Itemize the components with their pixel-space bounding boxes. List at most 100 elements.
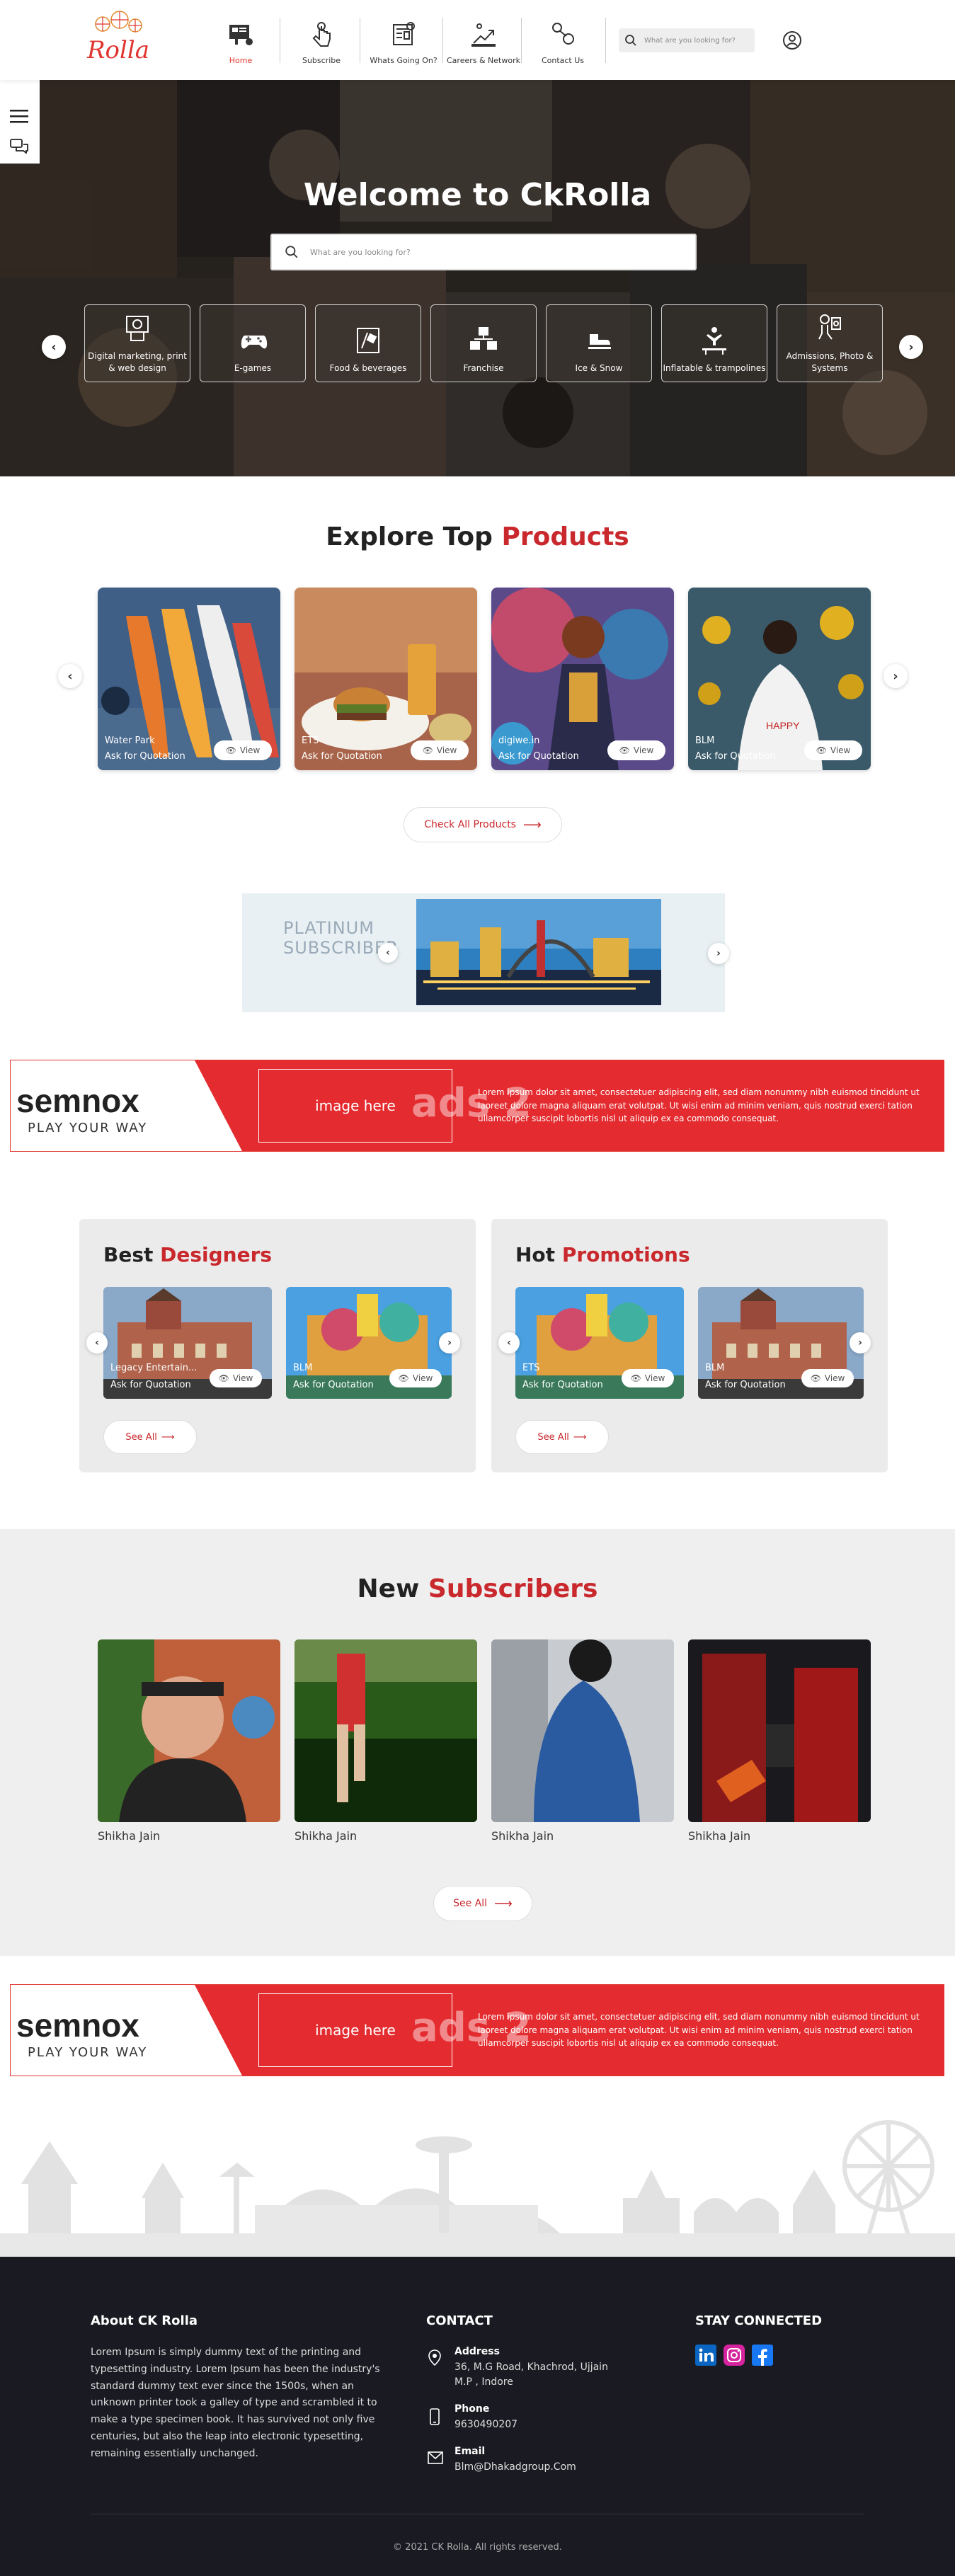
category-card[interactable]: Food & beverages	[315, 304, 421, 382]
chevron-left-icon: ‹	[67, 668, 73, 684]
subscriber-photo	[294, 1639, 477, 1822]
phone-icon	[430, 2408, 440, 2425]
product-card[interactable]: digiwe.in Ask for Quotation 👁 View	[491, 588, 674, 770]
hero-collage-image	[0, 80, 955, 476]
view-label: View	[644, 1373, 665, 1383]
eye-icon: 👁	[398, 1373, 409, 1383]
category-prev-button[interactable]: ‹	[42, 335, 66, 359]
instagram-icon[interactable]	[724, 2345, 745, 2366]
category-card[interactable]: Inflatable & trampolines	[661, 304, 767, 382]
subscriber-card[interactable]	[294, 1639, 477, 1822]
subscriber-card[interactable]	[688, 1639, 871, 1822]
category-card[interactable]: Digital marketing, print & web design	[84, 304, 190, 382]
hamburger-menu-icon[interactable]	[10, 108, 28, 124]
about-title: About CK Rolla	[91, 2313, 198, 2328]
designer-card[interactable]: Legacy Entertain... Ask for Quotation 👁 V…	[103, 1287, 272, 1399]
promotions-prev-button[interactable]: ‹	[498, 1332, 520, 1353]
address-text: 36, M.G Road, Khachrod, Ujjain M.P , Ind…	[454, 2361, 608, 2388]
hero-search-placeholder: What are you looking for?	[310, 247, 411, 257]
platinum-label: PLATINUM SUBSCRIBER	[283, 918, 399, 958]
platinum-next-button[interactable]: ›	[708, 943, 729, 964]
ask-quotation-link[interactable]: Ask for Quotation	[705, 1380, 786, 1390]
linkedin-icon[interactable]	[695, 2345, 716, 2366]
nav-home[interactable]: Home	[221, 14, 261, 65]
title-highlight: Promotions	[561, 1243, 690, 1266]
designer-name: Legacy Entertain...	[110, 1363, 198, 1373]
view-button[interactable]: 👁 View	[622, 1369, 674, 1387]
ask-quotation-link[interactable]: Ask for Quotation	[522, 1380, 603, 1390]
view-button[interactable]: 👁 View	[214, 740, 272, 760]
ask-quotation-link[interactable]: Ask for Quotation	[498, 751, 579, 762]
designer-name: BLM	[293, 1363, 313, 1373]
category-card[interactable]: E-games	[200, 304, 306, 382]
product-card[interactable]: Water Park Ask for Quotation 👁 View	[98, 588, 280, 770]
products-prev-button[interactable]: ‹	[58, 664, 82, 688]
product-card[interactable]: ETS Ask for Quotation 👁 View	[294, 588, 477, 770]
view-button[interactable]: 👁 View	[389, 1369, 442, 1387]
best-designers-panel: Best Designers Legacy Entertain... Ask f…	[79, 1219, 476, 1472]
view-button[interactable]: 👁 View	[210, 1369, 262, 1387]
franchise-icon	[470, 327, 497, 350]
svg-text:HAPPY: HAPPY	[766, 720, 800, 731]
gamepad-icon	[241, 336, 268, 349]
contact-title: CONTACT	[426, 2313, 493, 2328]
designers-next-button[interactable]: ›	[439, 1332, 460, 1353]
phone-text[interactable]: 9630490207	[454, 2419, 517, 2430]
category-card[interactable]: Ice & Snow	[546, 304, 652, 382]
user-account-icon[interactable]	[782, 30, 803, 51]
title-highlight: Subscribers	[428, 1574, 598, 1603]
nav-label: Subscribe	[302, 56, 341, 65]
ckrolla-logo[interactable]: Rolla	[74, 8, 163, 64]
product-card[interactable]: HAPPY BLM Ask for Quotation 👁 View	[688, 588, 871, 770]
platinum-banner-image	[416, 899, 661, 1005]
header-search-input[interactable]: What are you looking for?	[619, 28, 755, 52]
nav-whats-going-on[interactable]: Whats Going On?	[365, 14, 442, 65]
ad-tagline: PLAY YOUR WAY	[28, 2045, 148, 2060]
title-prefix: New	[357, 1574, 420, 1603]
category-card[interactable]: Admissions, Photo & Systems	[777, 304, 883, 382]
category-label: Digital marketing, print & web design	[88, 351, 187, 374]
chat-icon[interactable]	[10, 138, 28, 154]
category-next-button[interactable]: ›	[899, 335, 923, 359]
promotions-next-button[interactable]: ›	[850, 1332, 871, 1353]
subscriber-card[interactable]	[491, 1639, 674, 1822]
title-prefix: Hot	[515, 1243, 556, 1266]
category-label: Admissions, Photo & Systems	[786, 351, 874, 374]
eye-icon: 👁	[422, 745, 433, 755]
products-next-button[interactable]: ›	[883, 664, 908, 688]
view-button[interactable]: 👁 View	[804, 740, 862, 760]
subscribers-see-all-button[interactable]: See All ⟶	[433, 1886, 532, 1921]
promotion-card[interactable]: BLM Ask for Quotation 👁 View	[698, 1287, 864, 1399]
nav-contact[interactable]: Contact Us	[534, 14, 591, 65]
view-button[interactable]: 👁 View	[411, 740, 469, 760]
email-text[interactable]: Blm@Dhakadgroup.Com	[454, 2461, 576, 2473]
check-all-products-button[interactable]: Check All Products ⟶	[404, 807, 562, 842]
ask-quotation-link[interactable]: Ask for Quotation	[293, 1380, 374, 1390]
ask-quotation-link[interactable]: Ask for Quotation	[110, 1380, 191, 1390]
designer-card[interactable]: BLM Ask for Quotation 👁 View	[286, 1287, 452, 1399]
ask-quotation-link[interactable]: Ask for Quotation	[695, 751, 776, 762]
chevron-left-icon: ‹	[507, 1337, 511, 1349]
ad-banner[interactable]: semnox PLAY YOUR WAY image here ads 2 Lo…	[10, 1984, 944, 2076]
view-button[interactable]: 👁 View	[607, 740, 665, 760]
address-block: Address 36, M.G Road, Khachrod, Ujjain M.…	[454, 2345, 624, 2391]
ask-quotation-link[interactable]: Ask for Quotation	[302, 751, 382, 762]
hero-search-input[interactable]: What are you looking for?	[270, 234, 697, 270]
nav-subscribe[interactable]: Subscribe	[296, 14, 347, 65]
platinum-subscriber-panel: PLATINUM SUBSCRIBER ‹ ›	[242, 893, 729, 1012]
designers-prev-button[interactable]: ‹	[86, 1332, 108, 1353]
see-all-label: See All	[453, 1898, 488, 1909]
designers-see-all-button[interactable]: See All ⟶	[103, 1420, 197, 1454]
promotion-card[interactable]: ETS Ask for Quotation 👁 View	[515, 1287, 684, 1399]
platinum-prev-button[interactable]: ‹	[378, 943, 398, 963]
view-button[interactable]: 👁 View	[801, 1369, 854, 1387]
category-card[interactable]: Franchise	[430, 304, 537, 382]
promotions-see-all-button[interactable]: See All ⟶	[515, 1420, 609, 1454]
facebook-icon[interactable]	[752, 2345, 773, 2366]
category-label: Food & beverages	[329, 363, 407, 374]
subscriber-card[interactable]	[98, 1639, 280, 1822]
nav-careers[interactable]: Careers & Network	[445, 14, 522, 65]
hero-title: Welcome to CkRolla	[303, 177, 652, 213]
ask-quotation-link[interactable]: Ask for Quotation	[105, 751, 185, 762]
ad-banner[interactable]: semnox PLAY YOUR WAY image here ads 2 Lo…	[10, 1060, 944, 1152]
